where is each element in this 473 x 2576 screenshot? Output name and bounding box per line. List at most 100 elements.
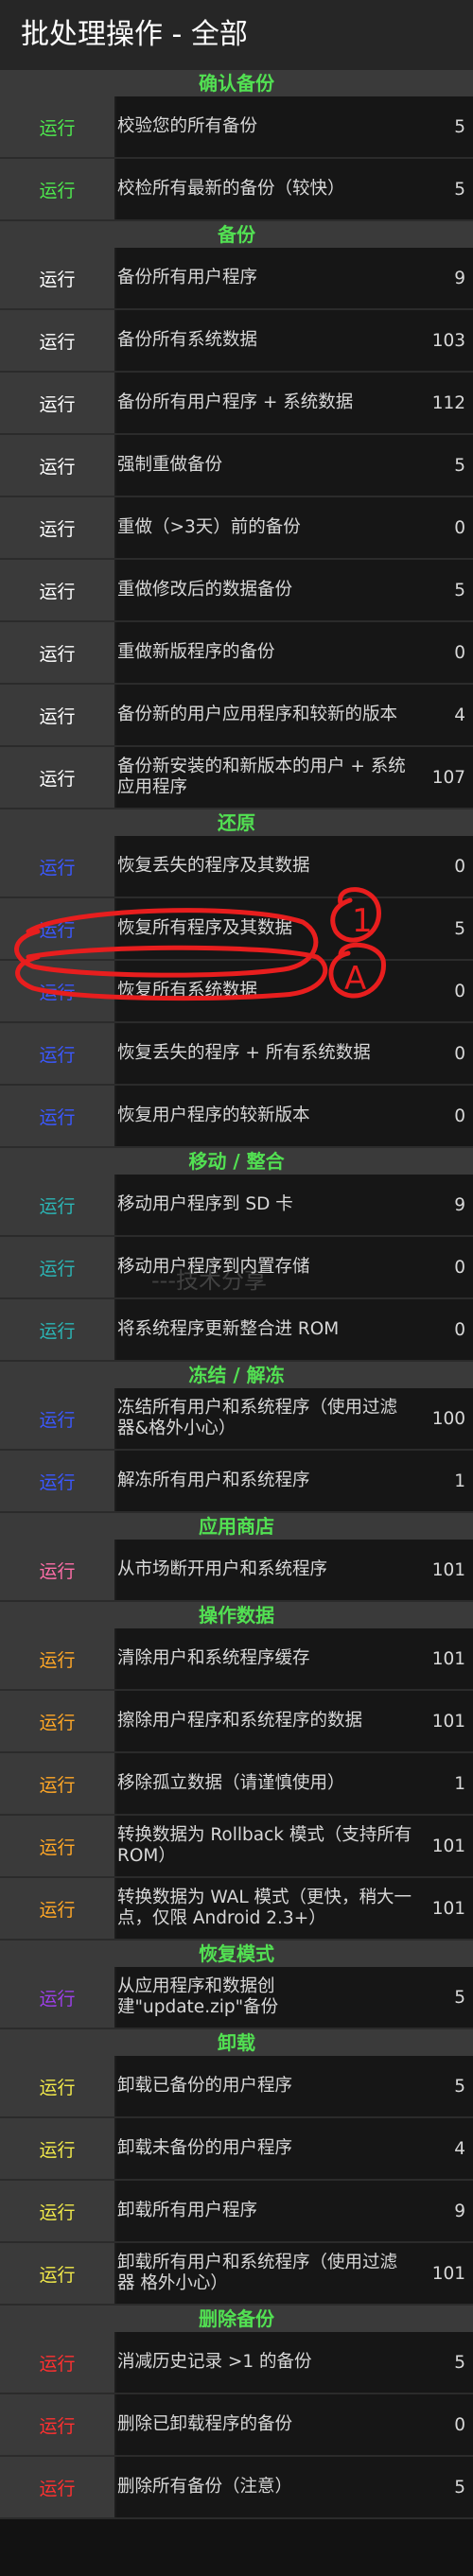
run-button[interactable]: 运行 xyxy=(0,1023,116,1084)
watermark: ---技术分享 xyxy=(151,1267,267,1294)
item-count: 101 xyxy=(431,1711,465,1732)
item-count: 5 xyxy=(454,1987,465,2008)
operation-row: 运行 恢复所有程序及其数据 5 xyxy=(0,898,473,961)
run-button[interactable]: 运行 xyxy=(0,2056,116,2116)
run-button[interactable]: 运行 xyxy=(0,1816,116,1876)
operation-row: 运行 解冻所有用户和系统程序 1 xyxy=(0,1451,473,1513)
operation-row: 运行 重做修改后的数据备份 5 xyxy=(0,560,473,622)
item-count: 101 xyxy=(431,1648,465,1669)
run-button[interactable]: 运行 xyxy=(0,310,116,371)
run-button[interactable]: 运行 xyxy=(0,96,116,157)
run-button[interactable]: 运行 xyxy=(0,747,116,808)
run-button[interactable]: 运行 xyxy=(0,1967,116,2028)
section-header: 操作数据 xyxy=(0,1602,473,1628)
operation-label: 卸载所有用户和系统程序（使用过滤器 格外小心） xyxy=(117,2253,398,2293)
section-header: 移动 / 整合 xyxy=(0,1148,473,1175)
page-title: 批处理操作 - 全部 xyxy=(0,0,473,70)
item-count: 101 xyxy=(431,2263,465,2284)
run-button[interactable]: 运行 xyxy=(0,1753,116,1814)
run-button[interactable]: 运行 xyxy=(0,2394,116,2455)
run-button[interactable]: 运行 xyxy=(0,159,116,219)
operation-label: 移动用户程序到 SD 卡 xyxy=(117,1194,293,1214)
operation-label: 转换数据为 WAL 模式（更快，稍大一点，仅限 Android 2.3+） xyxy=(117,1888,412,1928)
run-button[interactable]: 运行 xyxy=(0,2457,116,2517)
operation-row: 运行 卸载所有用户程序 9 xyxy=(0,2181,473,2243)
item-count: 1 xyxy=(454,1773,465,1794)
item-count: 4 xyxy=(454,2138,465,2159)
operation-row: 运行 恢复用户程序的较新版本 0 xyxy=(0,1086,473,1148)
operation-label: 恢复用户程序的较新版本 xyxy=(117,1105,310,1125)
operation-label: 卸载未备份的用户程序 xyxy=(117,2138,293,2158)
item-count: 9 xyxy=(454,268,465,288)
item-count: 0 xyxy=(454,1257,465,1278)
section-header: 恢复模式 xyxy=(0,1941,473,1967)
run-button[interactable]: 运行 xyxy=(0,1388,116,1449)
section: 还原 运行 恢复丢失的程序及其数据 0 运行 恢复所有程序及其数据 5 运行 恢复所有系统数据 0… xyxy=(0,809,473,1148)
operation-row: 运行 强制重做备份 5 xyxy=(0,435,473,497)
run-button[interactable]: 运行 xyxy=(0,1451,116,1511)
operation-label: 备份所有用户程序 xyxy=(117,268,258,287)
run-button[interactable]: 运行 xyxy=(0,961,116,1021)
item-count: 5 xyxy=(454,918,465,939)
run-button[interactable]: 运行 xyxy=(0,373,116,433)
run-button[interactable]: 运行 xyxy=(0,1237,116,1297)
run-button[interactable]: 运行 xyxy=(0,622,116,683)
run-button[interactable]: 运行 xyxy=(0,1878,116,1939)
section: 移动 / 整合 运行 移动用户程序到 SD 卡 9 运行 移动用户程序到内置存储 0 运行 将系… xyxy=(0,1148,473,1362)
run-button[interactable]: 运行 xyxy=(0,248,116,308)
operation-label: 冻结所有用户和系统程序（使用过滤器&格外小心） xyxy=(117,1398,398,1438)
operation-label: 清除用户和系统程序缓存 xyxy=(117,1648,310,1668)
operation-row: 运行 备份所有用户程序 9 xyxy=(0,248,473,310)
operation-row: 运行 重做新版程序的备份 0 xyxy=(0,622,473,685)
operation-row: 运行 备份所有系统数据 103 xyxy=(0,310,473,373)
run-button[interactable]: 运行 xyxy=(0,1086,116,1146)
operation-row: 运行 转换数据为 WAL 模式（更快，稍大一点，仅限 Android 2.3+） 1… xyxy=(0,1878,473,1941)
run-button[interactable]: 运行 xyxy=(0,2118,116,2179)
operation-label: 重做（>3天）前的备份 xyxy=(117,517,301,537)
operation-label: 备份所有系统数据 xyxy=(117,330,258,350)
run-button[interactable]: 运行 xyxy=(0,2332,116,2393)
section: 应用商店 运行 从市场断开用户和系统程序 101 xyxy=(0,1513,473,1602)
operation-row: 运行 校检所有最新的备份（较快） 5 xyxy=(0,159,473,221)
run-button[interactable]: 运行 xyxy=(0,497,116,558)
operation-row: 运行 从市场断开用户和系统程序 101 xyxy=(0,1540,473,1602)
operation-label: 消减历史记录 >1 的备份 xyxy=(117,2352,312,2372)
item-count: 5 xyxy=(454,455,465,476)
operation-row: 运行 移除孤立数据（请谨慎使用） 1 xyxy=(0,1753,473,1816)
operation-row: 运行 擦除用户程序和系统程序的数据 101 xyxy=(0,1691,473,1753)
run-button[interactable]: 运行 xyxy=(0,685,116,745)
item-count: 0 xyxy=(454,642,465,663)
run-button[interactable]: 运行 xyxy=(0,1691,116,1751)
run-button[interactable]: 运行 xyxy=(0,898,116,959)
item-count: 5 xyxy=(454,179,465,200)
item-count: 0 xyxy=(454,1043,465,1064)
operation-row: 运行 卸载所有用户和系统程序（使用过滤器 格外小心） 101 xyxy=(0,2243,473,2306)
item-count: 5 xyxy=(454,116,465,137)
operation-label: 重做修改后的数据备份 xyxy=(117,580,293,600)
item-count: 0 xyxy=(454,517,465,538)
item-count: 103 xyxy=(431,330,465,351)
operation-row: 运行 移动用户程序到 SD 卡 9 xyxy=(0,1175,473,1237)
item-count: 5 xyxy=(454,2076,465,2097)
item-count: 0 xyxy=(454,2414,465,2435)
operation-row: 运行 将系统程序更新整合进 ROM 0 xyxy=(0,1299,473,1362)
item-count: 0 xyxy=(454,1105,465,1126)
item-count: 1 xyxy=(454,1471,465,1491)
run-button[interactable]: 运行 xyxy=(0,2181,116,2241)
run-button[interactable]: 运行 xyxy=(0,560,116,620)
operation-label: 恢复丢失的程序及其数据 xyxy=(117,856,310,876)
operation-row: 运行 重做（>3天）前的备份 0 xyxy=(0,497,473,560)
section-header: 备份 xyxy=(0,221,473,248)
operation-row: 运行 从应用程序和数据创建"update.zip"备份 5 xyxy=(0,1967,473,2029)
operation-row: 运行 卸载未备份的用户程序 4 xyxy=(0,2118,473,2181)
run-button[interactable]: 运行 xyxy=(0,2243,116,2304)
run-button[interactable]: 运行 xyxy=(0,836,116,896)
run-button[interactable]: 运行 xyxy=(0,1175,116,1235)
run-button[interactable]: 运行 xyxy=(0,1628,116,1689)
run-button[interactable]: 运行 xyxy=(0,1299,116,1360)
item-count: 5 xyxy=(454,2352,465,2373)
section: 卸载 运行 卸载已备份的用户程序 5 运行 卸载未备份的用户程序 4 运行 卸载所有用户程序 9 运… xyxy=(0,2029,473,2306)
operation-label: 解冻所有用户和系统程序 xyxy=(117,1471,310,1490)
run-button[interactable]: 运行 xyxy=(0,1540,116,1600)
run-button[interactable]: 运行 xyxy=(0,435,116,496)
